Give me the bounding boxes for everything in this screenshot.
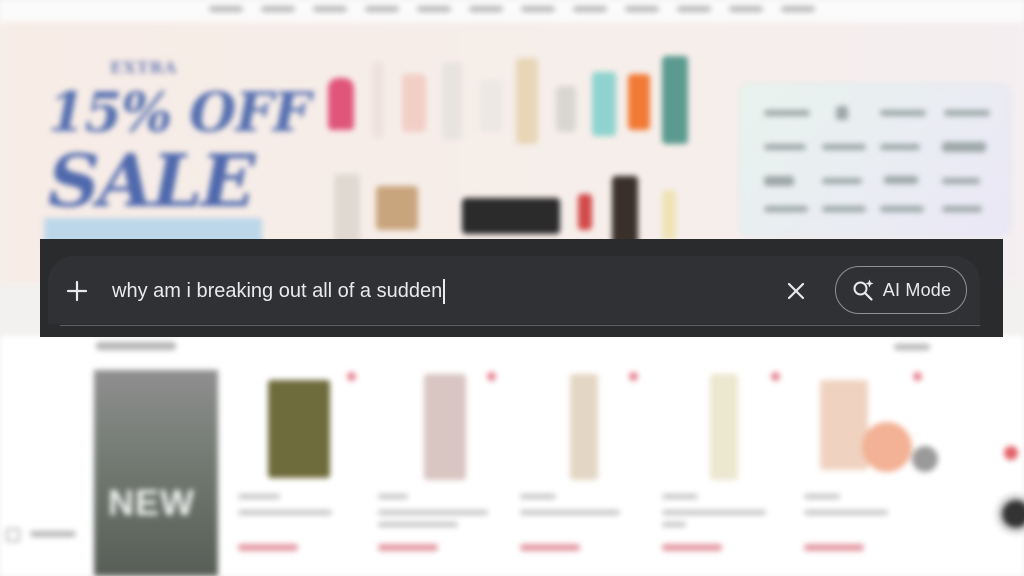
clear-search-button[interactable] bbox=[780, 275, 812, 307]
product-image bbox=[372, 62, 384, 138]
heart-icon[interactable] bbox=[771, 372, 780, 381]
promo-sale-text: SALE bbox=[48, 138, 255, 223]
heart-icon[interactable] bbox=[913, 372, 922, 381]
text-cursor bbox=[443, 278, 445, 304]
heart-icon[interactable] bbox=[629, 372, 638, 381]
search-input[interactable]: why am i breaking out all of a sudden bbox=[112, 276, 445, 306]
product-image bbox=[334, 174, 360, 244]
promo-percent-text: 15% OFF bbox=[48, 80, 311, 144]
product-image bbox=[480, 80, 502, 132]
promo-extra-text: EXTRA bbox=[110, 58, 178, 77]
product-thumbnail bbox=[570, 374, 598, 480]
product-thumbnail bbox=[268, 380, 330, 478]
heart-icon[interactable] bbox=[1004, 446, 1018, 460]
product-image bbox=[442, 62, 462, 140]
product-thumbnail bbox=[424, 374, 466, 480]
product-thumbnail bbox=[710, 374, 738, 480]
heart-icon[interactable] bbox=[487, 372, 496, 381]
rewards-link[interactable] bbox=[6, 528, 80, 542]
product-card[interactable] bbox=[518, 370, 644, 576]
product-image bbox=[592, 72, 616, 136]
product-image bbox=[328, 78, 354, 130]
new-arrivals-tile[interactable]: NEW bbox=[94, 370, 218, 576]
search-query-text: why am i breaking out all of a sudden bbox=[112, 279, 443, 302]
product-image bbox=[376, 186, 418, 230]
product-image bbox=[628, 74, 650, 130]
shelf-title bbox=[96, 342, 176, 350]
product-price bbox=[520, 544, 580, 551]
product-price bbox=[378, 544, 438, 551]
product-card[interactable] bbox=[236, 370, 362, 576]
new-badge-text: NEW bbox=[108, 482, 195, 523]
promo-card[interactable] bbox=[740, 84, 1010, 236]
product-thumbnail bbox=[862, 422, 912, 472]
product-image bbox=[662, 190, 676, 240]
ai-mode-label: AI Mode bbox=[882, 279, 952, 300]
search-divider bbox=[60, 325, 980, 326]
product-image bbox=[662, 56, 688, 144]
product-card[interactable] bbox=[802, 370, 938, 576]
product-card[interactable] bbox=[376, 370, 502, 576]
close-icon bbox=[787, 282, 805, 300]
product-price bbox=[238, 544, 298, 551]
heart-icon[interactable] bbox=[347, 372, 356, 381]
product-price bbox=[804, 544, 864, 551]
magnifier-sparkle-icon bbox=[853, 279, 874, 301]
product-image bbox=[516, 58, 538, 144]
product-image bbox=[462, 198, 560, 234]
product-image bbox=[612, 176, 638, 246]
plus-icon bbox=[66, 280, 88, 302]
product-image bbox=[402, 74, 426, 132]
product-image bbox=[578, 194, 592, 230]
page: EXTRA 15% OFF SALE NEW why am i breaking… bbox=[0, 0, 1024, 576]
product-image bbox=[556, 86, 576, 132]
product-thumbnail bbox=[820, 380, 868, 470]
shelf-view-all-link[interactable] bbox=[894, 344, 930, 350]
product-thumbnail bbox=[912, 446, 938, 472]
ai-mode-button[interactable]: AI Mode bbox=[835, 266, 967, 314]
product-card[interactable] bbox=[660, 370, 786, 576]
product-shelf: NEW bbox=[0, 336, 1024, 576]
product-price bbox=[662, 544, 722, 551]
top-navigation bbox=[0, 0, 1024, 23]
add-button[interactable] bbox=[60, 274, 94, 308]
